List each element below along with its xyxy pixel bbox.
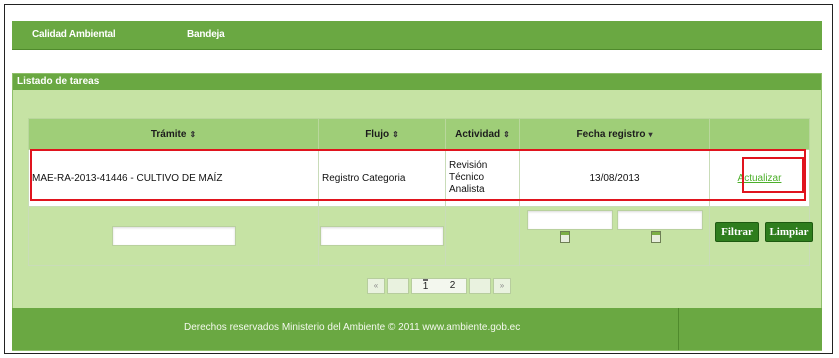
page-link[interactable]: 1 [422, 279, 429, 293]
column-header-tramite[interactable]: Trámite ⇕ [28, 118, 319, 150]
column-label: Trámite [150, 128, 187, 140]
next-page-button[interactable] [469, 278, 491, 294]
limpiar-button[interactable]: Limpiar [765, 222, 813, 242]
column-label: Flujo [365, 128, 390, 140]
column-header-flujo[interactable]: Flujo ⇕ [318, 118, 446, 150]
calendar-icon[interactable] [560, 231, 570, 243]
prev-page-button[interactable] [387, 278, 409, 294]
column-label: Actividad [455, 128, 501, 140]
sort-icon: ⇕ [503, 129, 510, 139]
filter-cell-flujo [318, 206, 446, 266]
sort-icon: ⇕ [392, 129, 399, 139]
task-table: Trámite ⇕ Flujo ⇕ Actividad ⇕ Fecha registr… [28, 118, 810, 266]
nav-item-calidad-ambiental[interactable]: Calidad Ambiental [32, 29, 116, 40]
filter-cell-tramite [28, 206, 319, 266]
calendar-icon[interactable] [651, 231, 661, 243]
cell-flujo: Registro Categoria [318, 149, 446, 207]
actividad-line: Analista [449, 184, 485, 195]
column-label: Fecha registro [576, 128, 646, 140]
nav-item-bandeja[interactable]: Bandeja [187, 29, 225, 40]
cell-fecha-registro: 13/08/2013 [519, 149, 710, 207]
pagination: « 1 2 » [367, 277, 511, 295]
filtrar-button[interactable]: Filtrar [715, 222, 759, 242]
cell-action: Actualizar [709, 149, 810, 207]
filter-cell-actividad [445, 206, 520, 266]
page-numbers: 1 2 [411, 278, 467, 294]
actualizar-link[interactable]: Actualizar [738, 173, 782, 184]
cell-tramite: MAE-RA-2013-41446 - CULTIVO DE MAÍZ [28, 149, 319, 207]
actividad-line: Técnico [449, 172, 485, 183]
footer-divider [678, 308, 679, 350]
top-nav-bar: Calidad Ambiental Bandeja [12, 21, 822, 50]
first-page-button[interactable]: « [367, 278, 385, 294]
column-header-actividad[interactable]: Actividad ⇕ [445, 118, 520, 150]
column-header-actions [709, 118, 810, 150]
cell-actividad: Revisión Técnico Analista [445, 149, 520, 207]
column-header-fecha-registro[interactable]: Fecha registro ▾ [519, 118, 710, 150]
table-row[interactable]: MAE-RA-2013-41446 - CULTIVO DE MAÍZ Regi… [28, 149, 810, 207]
tramite-filter-input[interactable] [111, 226, 236, 246]
page-link[interactable]: 2 [450, 279, 456, 293]
flujo-filter-input[interactable] [320, 226, 444, 246]
footer: Derechos reservados Ministerio del Ambie… [12, 308, 822, 350]
panel-title: Listado de tareas [13, 74, 821, 90]
sort-icon: ⇕ [189, 129, 197, 139]
actividad-line: Revisión [449, 160, 488, 171]
footer-text: Derechos reservados Ministerio del Ambie… [184, 322, 521, 333]
fecha-hasta-input[interactable] [617, 210, 703, 230]
fecha-desde-input[interactable] [527, 210, 613, 230]
sort-desc-icon: ▾ [648, 129, 653, 139]
last-page-button[interactable]: » [493, 278, 511, 294]
